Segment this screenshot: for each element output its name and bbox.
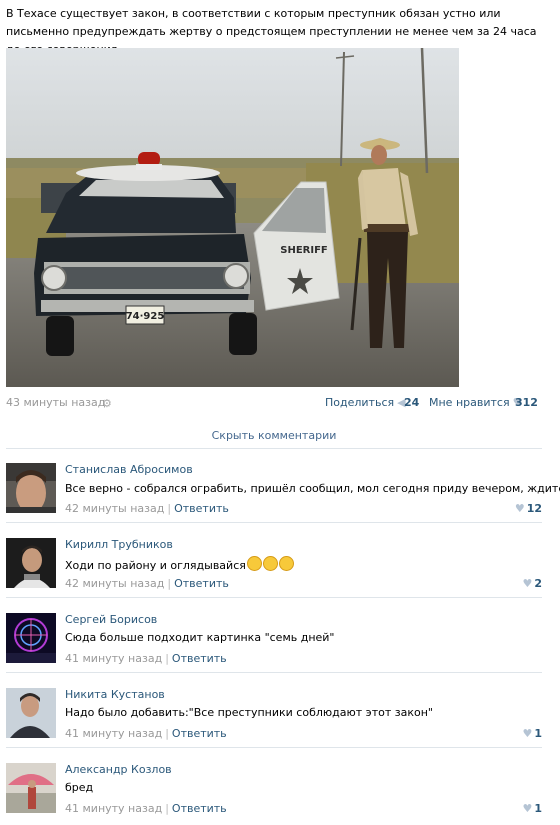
comment-text: Надо было добавить:"Все преступники собл… <box>65 706 433 719</box>
like-count: 312 <box>515 396 538 409</box>
divider <box>6 747 542 748</box>
door-sheriff-text: SHERIFF <box>280 245 328 256</box>
comment-like-button[interactable]: ♥ 1 <box>522 727 542 740</box>
divider <box>6 522 542 523</box>
comment-text: Все верно - собрался ограбить, пришёл со… <box>65 482 560 495</box>
like-label: Мне нравится <box>429 396 510 409</box>
reply-button[interactable]: Ответить <box>174 577 229 590</box>
avatar[interactable] <box>6 538 56 588</box>
comment-like-button[interactable]: ♥ 2 <box>522 577 542 590</box>
laughing-emoji-icon <box>278 556 294 571</box>
laughing-emoji-icon <box>246 556 262 571</box>
heart-icon: ♥ <box>522 727 533 740</box>
divider <box>6 672 542 673</box>
comment-time[interactable]: 41 минуту назад <box>65 802 162 815</box>
comment-author[interactable]: Кирилл Трубников <box>65 538 173 551</box>
reply-button[interactable]: Ответить <box>174 502 229 515</box>
comment-time[interactable]: 42 минуты назад <box>65 577 164 590</box>
comment-like-count: 2 <box>534 577 542 590</box>
comment-text: Ходи по району и оглядывайся <box>65 556 294 572</box>
comment-like-count: 1 <box>534 727 542 740</box>
comment-meta: 41 минуту назад | Ответить <box>65 727 227 740</box>
comment-item: Александр Козлов бред 41 минуту назад | От… <box>6 749 542 823</box>
comment-like-count: 1 <box>534 802 542 815</box>
avatar[interactable] <box>6 613 56 663</box>
share-count: 24 <box>404 396 420 409</box>
comment-time[interactable]: 42 минуты назад <box>65 502 164 515</box>
comment-meta: 42 минуты назад | Ответить <box>65 502 229 515</box>
comment-like-button[interactable]: ♥ 1 <box>522 802 542 815</box>
comment-text: Сюда больше подходит картинка "семь дней… <box>65 631 335 644</box>
comment-item: Станислав Абросимов Все верно - собрался… <box>6 449 560 523</box>
heart-icon: ♥ <box>522 802 533 815</box>
reply-button[interactable]: Ответить <box>172 652 227 665</box>
comment-like-count: 12 <box>526 502 542 515</box>
hide-comments-link[interactable]: Скрыть комментарии <box>6 429 542 442</box>
comment-author[interactable]: Александр Козлов <box>65 763 172 776</box>
comment-time[interactable]: 41 минуту назад <box>65 727 162 740</box>
comment-meta: 41 минуту назад | Ответить <box>65 802 227 815</box>
avatar[interactable] <box>6 688 56 738</box>
avatar[interactable] <box>6 463 56 513</box>
heart-icon: ♥ <box>522 577 533 590</box>
comment-author[interactable]: Сергей Борисов <box>65 613 157 626</box>
divider <box>6 597 542 598</box>
comment-item: Сергей Борисов Сюда больше подходит карт… <box>6 599 542 673</box>
share-label: Поделиться <box>325 396 395 409</box>
laughing-emoji-icon <box>262 556 278 571</box>
comment-time[interactable]: 41 минуту назад <box>65 652 162 665</box>
comment-author[interactable]: Никита Кустанов <box>65 688 165 701</box>
post-photo[interactable]: 74·925 SHERIFF <box>6 48 459 387</box>
comment-meta: 41 минуту назад | Ответить <box>65 652 227 665</box>
like-button[interactable]: Мне нравится ♥ <box>429 396 522 409</box>
license-plate: 74·925 <box>126 311 165 322</box>
comment-meta: 42 минуты назад | Ответить <box>65 577 229 590</box>
gear-icon[interactable]: ⚙ <box>102 397 112 410</box>
avatar[interactable] <box>6 763 56 813</box>
heart-icon: ♥ <box>514 502 525 515</box>
reply-button[interactable]: Ответить <box>172 802 227 815</box>
post-time[interactable]: 43 минуты назад <box>6 396 105 409</box>
comment-author[interactable]: Станислав Абросимов <box>65 463 193 476</box>
comment-text: бред <box>65 781 94 794</box>
comment-item: Никита Кустанов Надо было добавить:"Все … <box>6 674 542 748</box>
share-button[interactable]: Поделиться ◀ <box>325 396 406 409</box>
comment-like-button[interactable]: ♥ 12 <box>515 502 542 515</box>
reply-button[interactable]: Ответить <box>172 727 227 740</box>
post-meta-bar: 43 минуты назад ⚙ Поделиться ◀ 24 Мне нра… <box>6 396 538 412</box>
comment-item: Кирилл Трубников Ходи по району и огляды… <box>6 524 542 598</box>
